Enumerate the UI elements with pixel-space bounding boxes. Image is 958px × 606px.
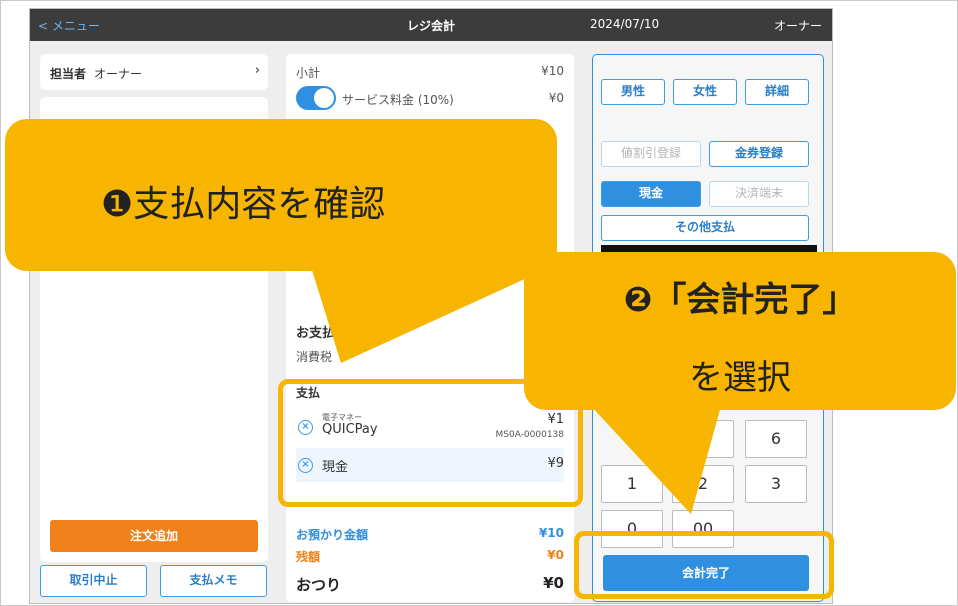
key-3[interactable]: 3 — [745, 465, 807, 503]
service-charge-value: ¥0 — [548, 91, 564, 105]
subtotal-row: 小計 ¥10 — [296, 64, 564, 81]
voucher-button[interactable]: 金券登録 — [709, 141, 809, 167]
callout-two: ❷「会計完了」 を選択 — [524, 252, 956, 410]
top-bar: < メニュー レジ会計 2024/07/10 オーナー — [30, 9, 832, 41]
callout-two-line2: を選択 — [689, 358, 791, 398]
callout-two-line1: ❷「会計完了」 — [623, 280, 857, 320]
callout-two-tail — [591, 406, 721, 514]
change-value: ¥0 — [543, 574, 564, 592]
remaining-row: 残額 ¥0 — [296, 548, 564, 565]
staff-selector[interactable]: 担当者 オーナー › — [40, 54, 268, 90]
owner-label: オーナー — [773, 19, 822, 33]
service-charge-label: サービス料金 (10%) — [342, 93, 454, 107]
tutorial-frame: < メニュー レジ会計 2024/07/10 オーナー 担当者 オーナー › 注… — [0, 0, 958, 606]
service-charge-toggle[interactable] — [296, 86, 336, 110]
chevron-right-icon: › — [254, 63, 260, 78]
callout-one-text: ❶支払内容を確認 — [101, 184, 386, 225]
change-row: おつり ¥0 — [296, 574, 564, 595]
other-payment-button[interactable]: その他支払 — [601, 215, 809, 241]
subtotal-value: ¥10 — [541, 64, 564, 78]
callout-one-tail — [311, 267, 551, 363]
deposit-label: お預かり金額 — [296, 528, 369, 542]
male-button[interactable]: 男性 — [601, 79, 665, 105]
complete-highlight-frame — [574, 531, 834, 599]
detail-button[interactable]: 詳細 — [745, 79, 809, 105]
cancel-transaction-button[interactable]: 取引中止 — [40, 565, 147, 597]
key-6[interactable]: 6 — [745, 420, 807, 458]
staff-label: 担当者 — [50, 67, 87, 81]
balance-summary: お預かり金額 ¥10 残額 ¥0 おつり ¥0 — [286, 514, 574, 602]
cash-button[interactable]: 現金 — [601, 181, 701, 207]
staff-value: オーナー — [94, 67, 143, 81]
terminal-button[interactable]: 決済端末 — [709, 181, 809, 207]
discount-button[interactable]: 値割引登録 — [601, 141, 701, 167]
female-button[interactable]: 女性 — [673, 79, 737, 105]
change-label: おつり — [296, 576, 342, 594]
remaining-value: ¥0 — [547, 548, 564, 562]
callout-one: ❶支払内容を確認 — [5, 119, 557, 271]
page-title: レジ会計 — [406, 19, 455, 33]
date-label: 2024/07/10 — [590, 17, 660, 31]
toggle-knob — [314, 88, 334, 108]
deposit-value: ¥10 — [538, 526, 564, 540]
deposit-row: お預かり金額 ¥10 — [296, 526, 564, 543]
remaining-label: 残額 — [296, 550, 321, 564]
payment-memo-button[interactable]: 支払メモ — [160, 565, 267, 597]
add-order-button[interactable]: 注文追加 — [50, 520, 258, 552]
subtotal-label: 小計 — [296, 66, 321, 80]
